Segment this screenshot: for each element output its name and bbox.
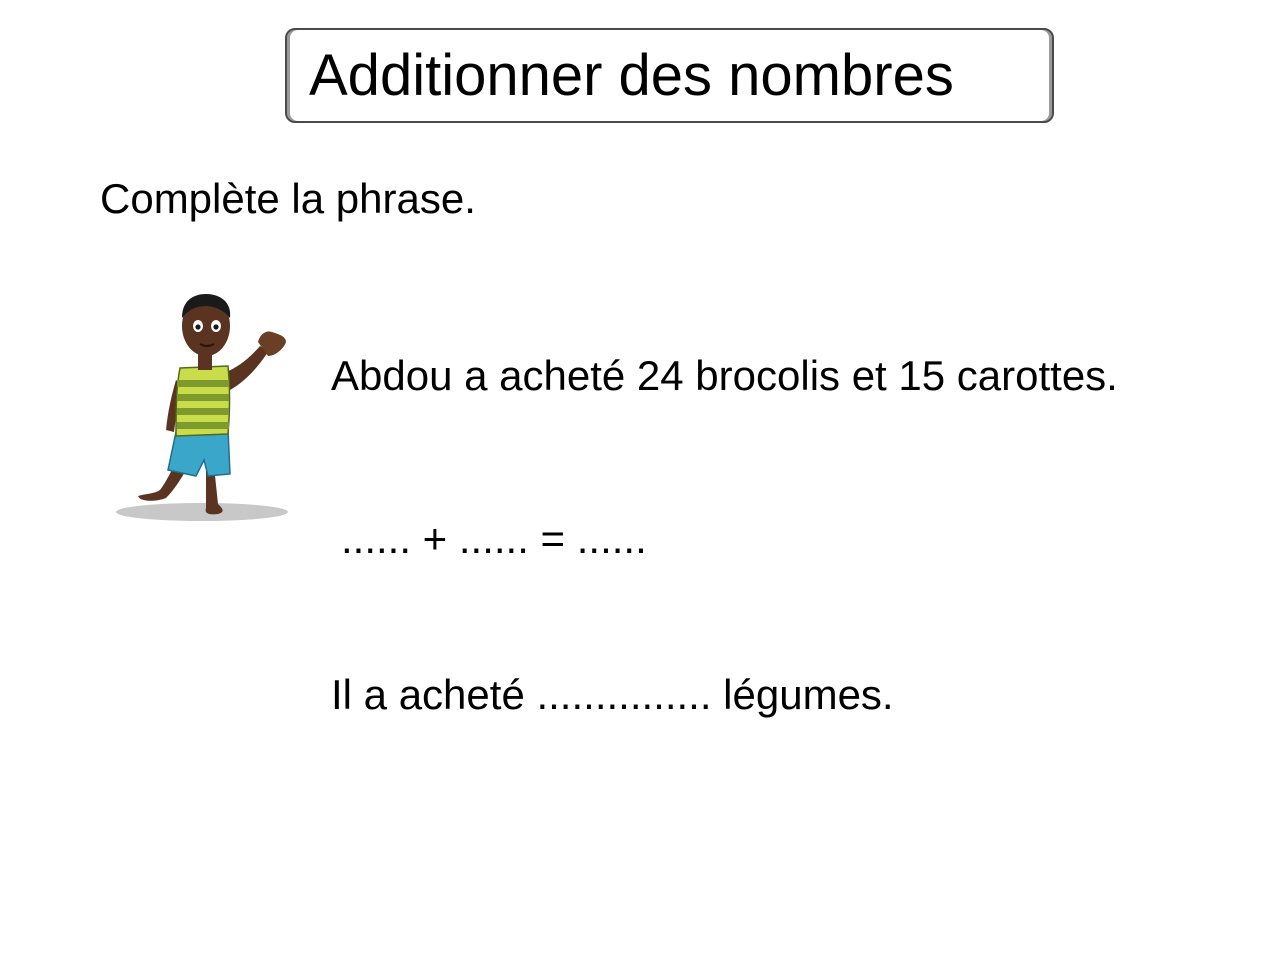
- ground-shadow: [116, 503, 288, 521]
- shorts: [167, 429, 231, 477]
- instruction-text: Complète la phrase.: [100, 175, 476, 222]
- page-title: Additionner des nombres: [309, 42, 954, 108]
- arm-raised: [226, 346, 268, 390]
- title-box: Additionner des nombres: [285, 28, 1054, 123]
- exercise-statement: Abdou a acheté 24 brocolis et 15 carotte…: [331, 352, 1118, 399]
- waving-boy-illustration: [116, 294, 288, 521]
- answer-sentence: Il a acheté ............... légumes.: [331, 671, 894, 718]
- equation-blank: ...... + ...... = ......: [341, 515, 647, 562]
